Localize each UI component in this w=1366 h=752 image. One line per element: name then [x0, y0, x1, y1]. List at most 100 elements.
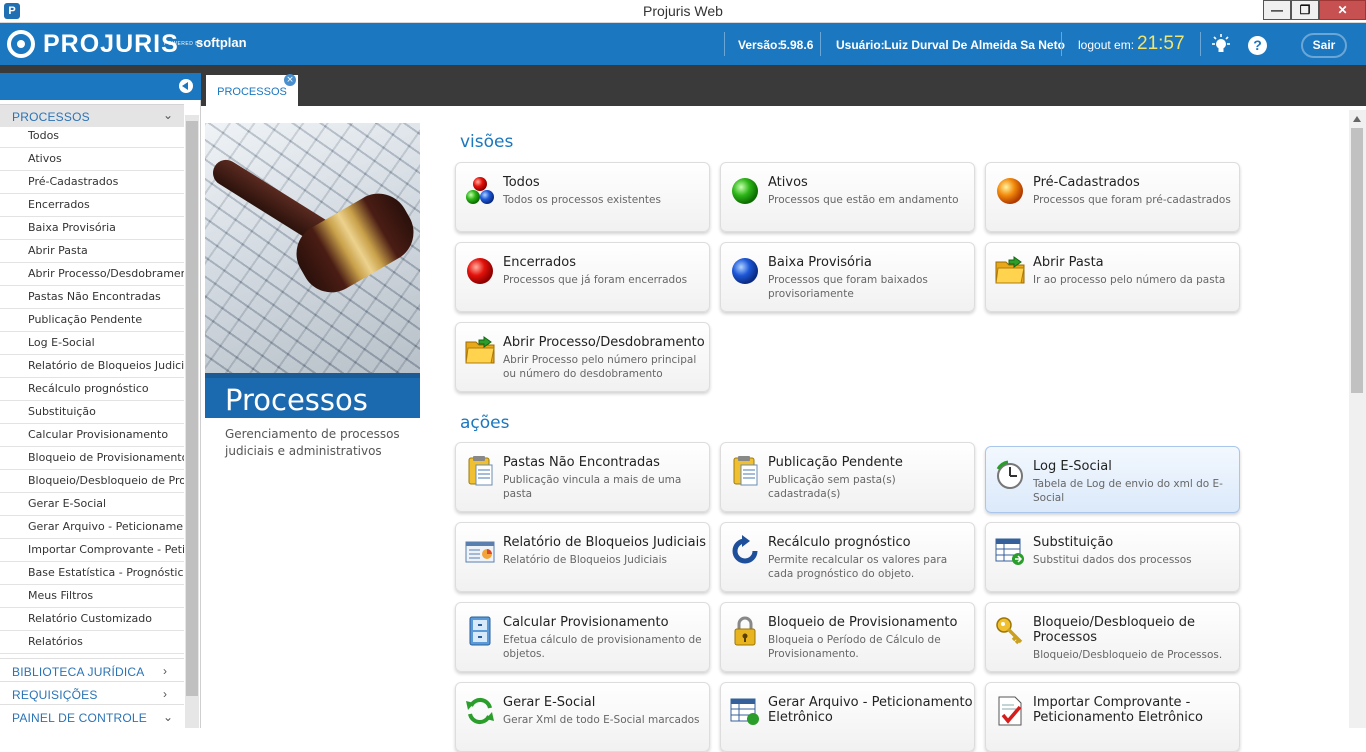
card-gerar-arquivo[interactable]: Gerar Arquivo - Peticionamento Eletrônic…	[720, 682, 975, 752]
sidebar-item-meus-filtros[interactable]: Meus Filtros	[0, 585, 184, 608]
tab-bar: PROCESSOS ×	[201, 73, 1366, 106]
card-desc: Bloqueia o Período de Cálculo de Provisi…	[768, 634, 941, 660]
sidebar-section-label: PROCESSOS	[12, 110, 90, 124]
blue-ball-icon	[732, 258, 758, 284]
key-icon	[996, 617, 1023, 645]
card-desc: Processos que estão em andamento	[768, 194, 959, 206]
card-title: Pré-Cadastrados	[1033, 175, 1140, 190]
sidebar-item-importar-comprovante[interactable]: Importar Comprovante - Peticionamento El…	[0, 539, 184, 562]
sidebar-item-baixa-provisoria[interactable]: Baixa Provisória	[0, 217, 184, 240]
card-title: Importar Comprovante - Peticionamento El…	[1033, 695, 1203, 725]
sidebar-item-calcular-provisionamento[interactable]: Calcular Provisionamento	[0, 424, 184, 447]
projuris-logo-icon	[7, 30, 35, 58]
header-divider	[820, 32, 821, 56]
clipboard-icon	[733, 456, 758, 486]
restore-button[interactable]: ❐	[1291, 0, 1319, 20]
card-desc: Gerar Xml de todo E-Social marcados	[503, 714, 700, 726]
sidebar-item-relatorio-bloqueios[interactable]: Relatório de Bloqueios Judiciais	[0, 355, 184, 378]
sidebar-item-publicacao-pendente[interactable]: Publicação Pendente	[0, 309, 184, 332]
sidebar-item-bloqueio-desbloqueio[interactable]: Bloqueio/Desbloqueio de Processos	[0, 470, 184, 493]
sidebar-scroll-thumb[interactable]	[186, 121, 198, 696]
sidebar-collapse-bar	[0, 73, 201, 100]
card-title: Encerrados	[503, 255, 577, 270]
module-title: Processos	[225, 383, 368, 417]
red-ball-icon	[467, 258, 493, 284]
report-icon	[465, 541, 495, 563]
card-abrir-pasta[interactable]: Abrir Pasta Ir ao processo pelo número d…	[985, 242, 1240, 312]
card-relatorio-bloqueios[interactable]: Relatório de Bloqueios Judiciais Relatór…	[455, 522, 710, 592]
card-pre-cadastrados[interactable]: Pré-Cadastrados Processos que foram pré-…	[985, 162, 1240, 232]
card-desc: Abrir Processo pelo número principal ou …	[503, 354, 697, 380]
sidebar-item-bloqueio-provisionamento[interactable]: Bloqueio de Provisionamento	[0, 447, 184, 470]
sidebar-item-relatorios[interactable]: Relatórios	[0, 631, 184, 654]
card-gerar-esocial[interactable]: Gerar E-Social Gerar Xml de todo E-Socia…	[455, 682, 710, 752]
sidebar-item-abrir-processo[interactable]: Abrir Processo/Desdobramento	[0, 263, 184, 286]
sidebar-item-todos[interactable]: Todos	[0, 125, 184, 148]
gavel-image	[205, 123, 420, 373]
card-todos[interactable]: Todos Todos os processos existentes	[455, 162, 710, 232]
card-desc: Bloqueio/Desbloqueio de Processos.	[1033, 649, 1223, 661]
card-title: Ativos	[768, 175, 808, 190]
close-window-button[interactable]: ✕	[1319, 0, 1366, 20]
card-title: Log E-Social	[1033, 459, 1112, 474]
sidebar-section-processos[interactable]: PROCESSOS ⌄	[0, 104, 184, 127]
header-shadow-band	[0, 65, 1366, 73]
card-baixa-provisoria[interactable]: Baixa Provisória Processos que foram bai…	[720, 242, 975, 312]
sidebar-section-label: BIBLIOTECA JURÍDICA	[12, 665, 145, 679]
sidebar-section-biblioteca[interactable]: BIBLIOTECA JURÍDICA ›	[0, 658, 184, 681]
card-bloqueio-desbloqueio[interactable]: Bloqueio/Desbloqueio de Processos Bloque…	[985, 602, 1240, 672]
chevron-down-icon: ⌄	[163, 108, 174, 122]
logout-timer: 21:57	[1137, 33, 1185, 54]
sidebar-item-relatorio-customizado[interactable]: Relatório Customizado	[0, 608, 184, 631]
sidebar-item-recalculo[interactable]: Recálculo prognóstico	[0, 378, 184, 401]
card-bloqueio-provisionamento[interactable]: Bloqueio de Provisionamento Bloqueia o P…	[720, 602, 975, 672]
card-desc: Permite recalcular os valores para cada …	[768, 554, 948, 580]
lightbulb-icon[interactable]	[1210, 34, 1232, 56]
sidebar-item-base-estatistica[interactable]: Base Estatística - Prognóstico Inteligen…	[0, 562, 184, 585]
card-desc: Processos que já foram encerrados	[503, 274, 688, 286]
card-ativos[interactable]: Ativos Processos que estão em andamento	[720, 162, 975, 232]
card-desc: Relatório de Bloqueios Judiciais	[503, 554, 667, 566]
close-tab-icon[interactable]: ×	[284, 74, 296, 86]
sidebar-item-abrir-pasta[interactable]: Abrir Pasta	[0, 240, 184, 263]
card-log-esocial[interactable]: Log E-Social Tabela de Log de envio do x…	[985, 446, 1240, 513]
header-divider	[1061, 32, 1062, 56]
sidebar-item-gerar-arquivo[interactable]: Gerar Arquivo - Peticionamento Eletrônic…	[0, 516, 184, 539]
logout-button[interactable]: Sair	[1301, 33, 1347, 58]
sidebar-section-label: REQUISIÇÕES	[12, 688, 98, 702]
card-importar-comprovante[interactable]: Importar Comprovante - Peticionamento El…	[985, 682, 1240, 752]
sidebar-item-gerar-esocial[interactable]: Gerar E-Social	[0, 493, 184, 516]
sidebar-item-pastas-nao-encontradas[interactable]: Pastas Não Encontradas	[0, 286, 184, 309]
module-banner: Processos	[205, 373, 420, 418]
card-pastas-nao-encontradas[interactable]: Pastas Não Encontradas Publicação vincul…	[455, 442, 710, 512]
sidebar-item-substituicao[interactable]: Substituição	[0, 401, 184, 424]
sidebar-item-pre-cadastrados[interactable]: Pré-Cadastrados	[0, 171, 184, 194]
sidebar-item-ativos[interactable]: Ativos	[0, 148, 184, 171]
main-content: visões Todos Todos os processos existent…	[440, 123, 1350, 752]
help-icon[interactable]: ?	[1248, 36, 1267, 55]
version-label: Versão:	[738, 38, 782, 52]
collapse-sidebar-icon[interactable]	[179, 79, 193, 93]
card-substituicao[interactable]: Substituição Substitui dados dos process…	[985, 522, 1240, 592]
scroll-up-icon[interactable]	[1353, 116, 1361, 122]
chevron-right-icon: ›	[163, 687, 168, 701]
user-label: Usuário:	[836, 38, 885, 52]
main-scroll-thumb[interactable]	[1351, 128, 1363, 393]
sidebar-section-requisicoes[interactable]: REQUISIÇÕES ›	[0, 681, 184, 704]
sidebar-item-encerrados[interactable]: Encerrados	[0, 194, 184, 217]
minimize-button[interactable]: —	[1263, 0, 1291, 20]
card-title: Bloqueio de Provisionamento	[768, 615, 958, 630]
window-titlebar: P Projuris Web — ❐ ✕	[0, 0, 1366, 23]
card-encerrados[interactable]: Encerrados Processos que já foram encerr…	[455, 242, 710, 312]
card-abrir-processo[interactable]: Abrir Processo/Desdobramento Abrir Proce…	[455, 322, 710, 392]
card-recalculo[interactable]: Recálculo prognóstico Permite recalcular…	[720, 522, 975, 592]
sidebar-items: Todos Ativos Pré-Cadastrados Encerrados …	[0, 125, 184, 654]
sidebar-section-painel[interactable]: PAINEL DE CONTROLE ⌄	[0, 704, 184, 727]
card-publicacao-pendente[interactable]: Publicação Pendente Publicação sem pasta…	[720, 442, 975, 512]
main-scrollbar[interactable]	[1349, 110, 1366, 728]
sidebar-item-log-esocial[interactable]: Log E-Social	[0, 332, 184, 355]
card-calcular-provisionamento[interactable]: Calcular Provisionamento Efetua cálculo …	[455, 602, 710, 672]
card-desc: Efetua cálculo de provisionamento de obj…	[503, 634, 702, 660]
card-desc: Todos os processos existentes	[503, 194, 661, 206]
multi-ball-icon	[466, 177, 494, 204]
